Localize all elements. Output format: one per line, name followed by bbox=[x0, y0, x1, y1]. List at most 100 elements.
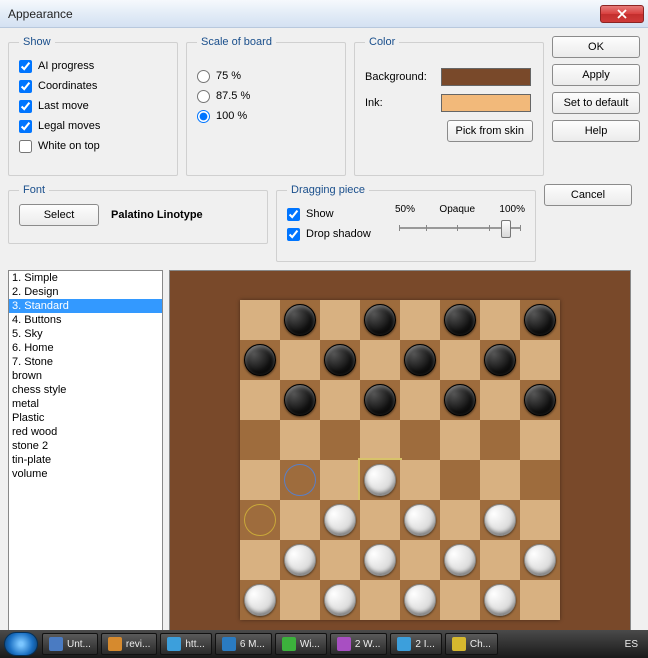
cancel-button[interactable]: Cancel bbox=[544, 184, 632, 206]
ok-button[interactable]: OK bbox=[552, 36, 640, 58]
slider-100: 100% bbox=[499, 204, 525, 215]
list-item[interactable]: chess style bbox=[9, 383, 162, 397]
board-square bbox=[360, 420, 400, 460]
list-item[interactable]: 2. Design bbox=[9, 285, 162, 299]
task-icon bbox=[49, 637, 63, 651]
task-label: 2 I... bbox=[415, 639, 434, 650]
group-font-legend: Font bbox=[19, 184, 49, 196]
task-label: revi... bbox=[126, 639, 150, 650]
board-square bbox=[240, 540, 280, 580]
lang-indicator[interactable]: ES bbox=[625, 639, 638, 650]
list-item[interactable]: brown bbox=[9, 369, 162, 383]
task-item[interactable]: htt... bbox=[160, 633, 211, 655]
task-item[interactable]: revi... bbox=[101, 633, 157, 655]
task-icon bbox=[452, 637, 466, 651]
close-button[interactable] bbox=[600, 5, 644, 23]
group-show-legend: Show bbox=[19, 36, 55, 48]
label-last-move: Last move bbox=[38, 100, 89, 112]
task-icon bbox=[282, 637, 296, 651]
list-item[interactable]: metal bbox=[9, 397, 162, 411]
group-scale-legend: Scale of board bbox=[197, 36, 276, 48]
board-square bbox=[520, 580, 560, 620]
piece-white bbox=[524, 544, 556, 576]
board-square bbox=[280, 420, 320, 460]
checkbox-white-on-top[interactable] bbox=[19, 140, 32, 153]
task-item[interactable]: 2 I... bbox=[390, 633, 441, 655]
list-item[interactable]: stone 2 bbox=[9, 439, 162, 453]
select-font-button[interactable]: Select bbox=[19, 204, 99, 226]
pick-from-skin-button[interactable]: Pick from skin bbox=[447, 120, 533, 142]
list-item[interactable]: 4. Buttons bbox=[9, 313, 162, 327]
board-square bbox=[400, 300, 440, 340]
board-square bbox=[520, 500, 560, 540]
label-white-on-top: White on top bbox=[38, 140, 100, 152]
board-square bbox=[480, 540, 520, 580]
piece-white bbox=[444, 544, 476, 576]
board-square bbox=[400, 500, 440, 540]
board-square bbox=[280, 340, 320, 380]
opacity-slider[interactable] bbox=[395, 215, 525, 237]
radio-87[interactable] bbox=[197, 90, 210, 103]
checkbox-coordinates[interactable] bbox=[19, 80, 32, 93]
board-square bbox=[360, 580, 400, 620]
task-icon bbox=[167, 637, 181, 651]
list-item[interactable]: red wood bbox=[9, 425, 162, 439]
font-name: Palatino Linotype bbox=[111, 209, 203, 221]
task-icon bbox=[337, 637, 351, 651]
board-square bbox=[280, 460, 320, 500]
task-item[interactable]: Unt... bbox=[42, 633, 98, 655]
skin-listbox[interactable]: 1. Simple2. Design3. Standard4. Buttons5… bbox=[8, 270, 163, 650]
set-default-button[interactable]: Set to default bbox=[552, 92, 640, 114]
task-label: htt... bbox=[185, 639, 204, 650]
board-square bbox=[440, 300, 480, 340]
task-item[interactable]: 2 W... bbox=[330, 633, 388, 655]
group-color: Color Background: Ink: Pick from skin bbox=[354, 36, 544, 176]
task-item[interactable]: 6 M... bbox=[215, 633, 272, 655]
list-item[interactable]: Plastic bbox=[9, 411, 162, 425]
titlebar: Appearance bbox=[0, 0, 648, 28]
system-tray[interactable]: ES bbox=[625, 639, 644, 650]
checkbox-last-move[interactable] bbox=[19, 100, 32, 113]
board-square bbox=[480, 420, 520, 460]
apply-button[interactable]: Apply bbox=[552, 64, 640, 86]
piece-white bbox=[484, 584, 516, 616]
board-square bbox=[360, 300, 400, 340]
checkbox-legal-moves[interactable] bbox=[19, 120, 32, 133]
list-item[interactable]: 1. Simple bbox=[9, 271, 162, 285]
list-item[interactable]: 3. Standard bbox=[9, 299, 162, 313]
list-item[interactable]: 6. Home bbox=[9, 341, 162, 355]
piece-black bbox=[484, 344, 516, 376]
label-75: 75 % bbox=[216, 70, 241, 82]
board-preview bbox=[169, 270, 631, 650]
group-scale: Scale of board 75 % 87.5 % 100 % bbox=[186, 36, 346, 176]
swatch-ink[interactable] bbox=[441, 94, 531, 112]
list-item[interactable]: 5. Sky bbox=[9, 327, 162, 341]
checkbox-drag-show[interactable] bbox=[287, 208, 300, 221]
board-square bbox=[240, 580, 280, 620]
board-square bbox=[480, 380, 520, 420]
piece-white bbox=[364, 544, 396, 576]
checkbox-drop-shadow[interactable] bbox=[287, 228, 300, 241]
board-square bbox=[480, 340, 520, 380]
task-icon bbox=[397, 637, 411, 651]
swatch-background[interactable] bbox=[441, 68, 531, 86]
piece-white bbox=[244, 584, 276, 616]
board-square bbox=[320, 420, 360, 460]
board-square bbox=[520, 340, 560, 380]
task-item[interactable]: Wi... bbox=[275, 633, 327, 655]
radio-75[interactable] bbox=[197, 70, 210, 83]
board-square bbox=[440, 340, 480, 380]
list-item[interactable]: 7. Stone bbox=[9, 355, 162, 369]
task-item[interactable]: Ch... bbox=[445, 633, 498, 655]
help-button[interactable]: Help bbox=[552, 120, 640, 142]
radio-100[interactable] bbox=[197, 110, 210, 123]
board-square bbox=[240, 460, 280, 500]
board-square bbox=[240, 380, 280, 420]
start-button[interactable] bbox=[4, 632, 38, 656]
checkbox-ai-progress[interactable] bbox=[19, 60, 32, 73]
list-item[interactable]: tin-plate bbox=[9, 453, 162, 467]
task-label: 6 M... bbox=[240, 639, 265, 650]
group-font: Font Select Palatino Linotype bbox=[8, 184, 268, 244]
board-square bbox=[280, 300, 320, 340]
list-item[interactable]: volume bbox=[9, 467, 162, 481]
